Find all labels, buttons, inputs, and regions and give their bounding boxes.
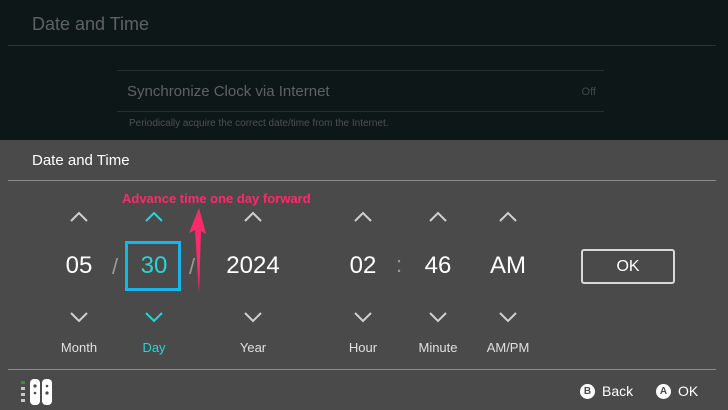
background-row-divider	[117, 111, 604, 112]
date-separator: /	[189, 254, 196, 279]
minute-value[interactable]: 46	[398, 252, 478, 280]
chevron-up-icon[interactable]	[143, 208, 165, 224]
chevron-up-icon[interactable]	[352, 208, 374, 224]
minute-label: Minute	[418, 340, 458, 355]
ok-footer-label: OK	[678, 383, 699, 399]
hour-value[interactable]: 02	[323, 252, 403, 280]
sync-clock-description: Periodically acquire the correct date/ti…	[129, 118, 389, 129]
chevron-up-icon[interactable]	[497, 208, 519, 224]
chevron-down-icon[interactable]	[427, 310, 449, 326]
hour-label: Hour	[348, 340, 378, 355]
b-button-icon: B	[580, 383, 595, 399]
dialog-title: Date and Time	[32, 152, 130, 169]
chevron-up-icon[interactable]	[242, 208, 264, 224]
chevron-down-icon[interactable]	[143, 310, 165, 326]
ampm-label: AM/PM	[486, 340, 530, 355]
back-label: Back	[602, 383, 634, 399]
minute-column: 46 Minute	[398, 208, 478, 355]
month-value[interactable]: 05	[39, 252, 119, 280]
background-row-divider	[117, 70, 604, 71]
chevron-down-icon[interactable]	[242, 310, 264, 326]
day-value[interactable]: 30	[114, 252, 194, 280]
hour-column: 02 Hour	[323, 208, 403, 355]
month-label: Month	[60, 340, 98, 355]
background-page-title: Date and Time	[32, 14, 150, 34]
sync-clock-value: Off	[581, 86, 596, 98]
ampm-value[interactable]: AM	[468, 252, 548, 280]
ok-footer-button[interactable]: A OK	[656, 383, 698, 399]
joy-con-controllers-icon	[21, 379, 52, 405]
year-label: Year	[239, 340, 267, 355]
dialog-divider	[8, 180, 716, 181]
day-column: 30 Day	[114, 208, 194, 355]
day-label: Day	[142, 340, 166, 355]
date-time-dialog: Date and Time 05 Month / 30 Day / 2024 Y…	[0, 140, 728, 410]
chevron-down-icon[interactable]	[497, 310, 519, 326]
year-value[interactable]: 2024	[213, 252, 293, 280]
chevron-down-icon[interactable]	[352, 310, 374, 326]
chevron-down-icon[interactable]	[68, 310, 90, 326]
annotation-text: Advance time one day forward	[122, 191, 311, 206]
sync-clock-label: Synchronize Clock via Internet	[127, 83, 330, 100]
a-button-icon: A	[656, 383, 671, 399]
background-settings-screen: Date and Time Synchronize Clock via Inte…	[0, 0, 728, 140]
background-divider	[8, 45, 716, 46]
ampm-column: AM AM/PM	[468, 208, 548, 355]
month-column: 05 Month	[39, 208, 119, 355]
back-button[interactable]: B Back	[580, 383, 633, 399]
chevron-up-icon[interactable]	[68, 208, 90, 224]
chevron-up-icon[interactable]	[427, 208, 449, 224]
year-column: 2024 Year	[213, 208, 293, 355]
ok-button[interactable]: OK	[581, 249, 675, 284]
dialog-footer-divider	[8, 369, 716, 370]
